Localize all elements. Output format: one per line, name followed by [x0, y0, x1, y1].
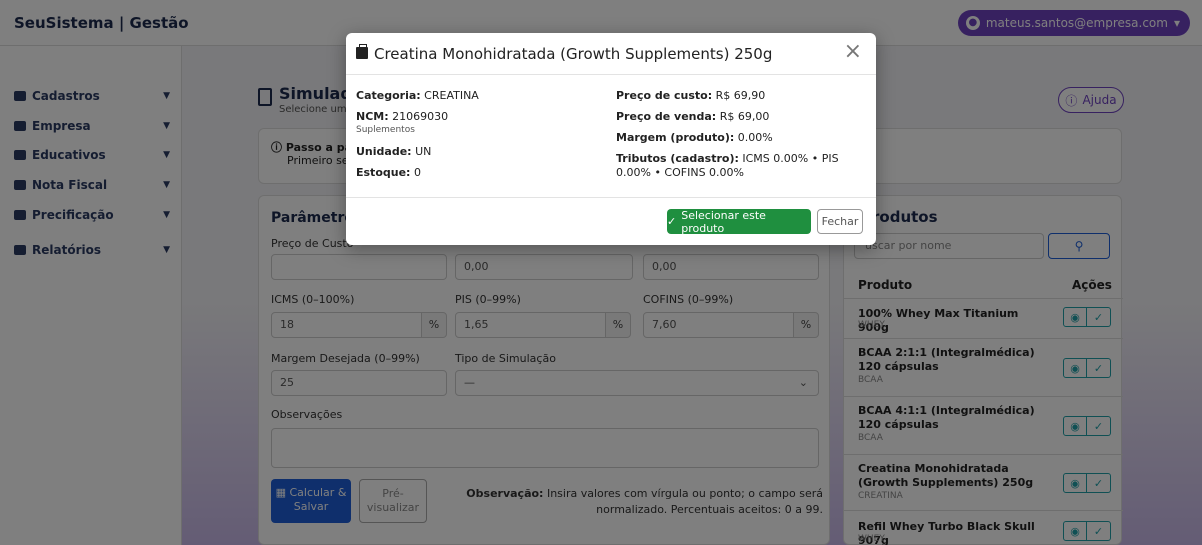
margin-field: Margem (produto): 0.00%	[616, 131, 773, 145]
sale-field: Preço de venda: R$ 69,00	[616, 110, 769, 124]
product-details-modal: Creatina Monohidratada (Growth Supplemen…	[346, 33, 876, 245]
margin-label: Margem (produto):	[616, 131, 735, 144]
modal-body: Categoria: CREATINA NCM: 21069030 Suplem…	[346, 75, 876, 197]
close-button[interactable]: Fechar	[817, 209, 863, 234]
unit-label: Unidade:	[356, 145, 412, 158]
unit-value: UN	[415, 145, 432, 158]
margin-value: 0.00%	[737, 131, 773, 144]
cost-label: Preço de custo:	[616, 89, 713, 102]
sale-value: R$ 69,00	[719, 110, 770, 123]
stock-label: Estoque:	[356, 166, 411, 179]
check-icon: ✓	[667, 215, 677, 228]
category-value: CREATINA	[424, 89, 479, 102]
category-label: Categoria:	[356, 89, 421, 102]
unit-field: Unidade: UN	[356, 145, 431, 159]
cost-field: Preço de custo: R$ 69,90	[616, 89, 765, 103]
ncm-field: NCM: 21069030	[356, 110, 448, 124]
modal-footer: ✓ Selecionar este produto Fechar	[346, 197, 876, 245]
cost-value: R$ 69,90	[715, 89, 766, 102]
ncm-description: Suplementos	[356, 125, 415, 135]
taxes-label: Tributos (cadastro):	[616, 152, 739, 165]
box-icon	[356, 44, 368, 59]
ncm-label: NCM:	[356, 110, 389, 123]
select-product-label: Selecionar este produto	[681, 208, 766, 235]
stock-value: 0	[413, 166, 421, 179]
select-product-button[interactable]: ✓ Selecionar este produto	[667, 208, 811, 235]
taxes-field: Tributos (cadastro): ICMS 0.00% • PIS 0.…	[616, 152, 866, 180]
stock-field: Estoque: 0	[356, 166, 421, 180]
category-field: Categoria: CREATINA	[356, 89, 479, 103]
modal-title: Creatina Monohidratada (Growth Supplemen…	[374, 45, 773, 63]
ncm-value: 21069030	[392, 110, 449, 123]
close-icon[interactable]: ×	[844, 41, 862, 63]
modal-header: Creatina Monohidratada (Growth Supplemen…	[346, 33, 876, 75]
sale-label: Preço de venda:	[616, 110, 717, 123]
